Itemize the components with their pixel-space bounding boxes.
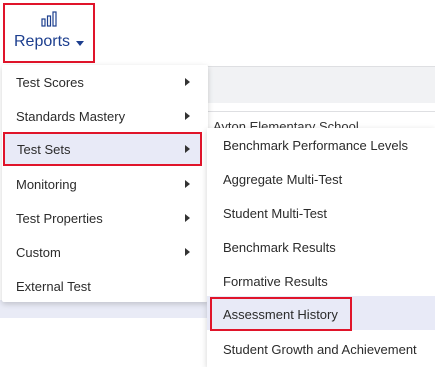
submenu-item-aggregate-multi-test[interactable]: Aggregate Multi-Test	[207, 162, 435, 196]
menu-item-label: Test Scores	[16, 74, 84, 90]
submenu-item-label: Student Multi-Test	[223, 205, 328, 221]
chevron-right-icon	[185, 180, 190, 188]
page-header-strip	[205, 66, 435, 103]
bar-chart-icon	[41, 11, 57, 27]
submenu-item-student-growth-and-achievement[interactable]: Student Growth and Achievement	[207, 332, 435, 366]
chevron-right-icon	[185, 248, 190, 256]
menu-item-label: External Test	[16, 278, 91, 294]
submenu-item-assessment-history[interactable]: Assessment History	[210, 297, 352, 331]
submenu-item-benchmark-performance-levels[interactable]: Benchmark Performance Levels	[207, 128, 435, 162]
chevron-right-icon	[185, 214, 190, 222]
reports-label: Reports	[13, 33, 71, 50]
menu-item-test-sets[interactable]: Test Sets	[3, 132, 202, 166]
caret-down-icon	[76, 40, 85, 46]
submenu-item-label: Benchmark Results	[223, 239, 336, 255]
menu-item-label: Standards Mastery	[16, 108, 126, 124]
submenu-item-label: Benchmark Performance Levels	[223, 137, 408, 153]
menu-item-custom[interactable]: Custom	[2, 235, 208, 269]
menu-item-standards-mastery[interactable]: Standards Mastery	[2, 99, 208, 133]
menu-item-label: Test Sets	[17, 141, 71, 157]
submenu-item-label: Aggregate Multi-Test	[223, 171, 343, 187]
chevron-right-icon	[185, 78, 190, 86]
menu-item-test-scores[interactable]: Test Scores	[2, 65, 208, 99]
submenu-item-label: Formative Results	[223, 273, 328, 289]
menu-item-test-properties[interactable]: Test Properties	[2, 201, 208, 235]
submenu-item-benchmark-results[interactable]: Benchmark Results	[207, 230, 435, 264]
chevron-right-icon	[185, 145, 190, 153]
submenu-item-student-multi-test[interactable]: Student Multi-Test	[207, 196, 435, 230]
menu-item-label: Test Properties	[16, 210, 103, 226]
menu-item-label: Monitoring	[16, 176, 77, 192]
chevron-right-icon	[185, 112, 190, 120]
menu-item-monitoring[interactable]: Monitoring	[2, 167, 208, 201]
menu-item-label: Custom	[16, 244, 61, 260]
test-sets-submenu: Benchmark Performance Levels Aggregate M…	[207, 128, 435, 367]
reports-button[interactable]: Reports	[3, 3, 95, 63]
menu-item-external-test[interactable]: External Test	[2, 269, 208, 303]
submenu-item-formative-results[interactable]: Formative Results	[207, 264, 435, 298]
submenu-item-label: Student Growth and Achievement	[223, 341, 417, 357]
page-divider	[205, 111, 435, 112]
reports-dropdown-menu: Test Scores Standards Mastery Test Sets …	[2, 65, 208, 302]
submenu-item-label: Assessment History	[223, 306, 338, 322]
